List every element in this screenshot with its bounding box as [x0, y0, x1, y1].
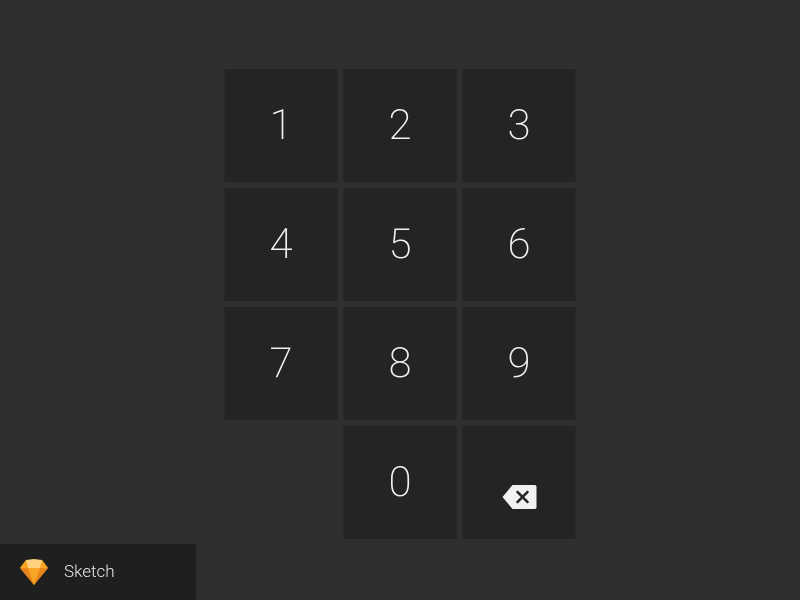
footer-label: Sketch	[64, 562, 115, 582]
key-label: 7	[269, 339, 292, 388]
key-5[interactable]: 5	[344, 188, 457, 301]
key-0[interactable]: 0	[344, 426, 457, 539]
key-9[interactable]: 9	[463, 307, 576, 420]
sketch-icon	[20, 559, 48, 585]
key-1[interactable]: 1	[225, 69, 338, 182]
backspace-icon	[502, 471, 536, 495]
key-4[interactable]: 4	[225, 188, 338, 301]
key-label: 8	[388, 339, 411, 388]
key-label: 0	[388, 458, 411, 507]
key-label: 9	[507, 339, 530, 388]
key-label: 6	[507, 220, 530, 269]
key-blank	[225, 426, 338, 539]
key-6[interactable]: 6	[463, 188, 576, 301]
key-3[interactable]: 3	[463, 69, 576, 182]
key-7[interactable]: 7	[225, 307, 338, 420]
key-label: 2	[388, 101, 411, 150]
key-8[interactable]: 8	[344, 307, 457, 420]
key-label: 1	[269, 101, 292, 150]
key-backspace[interactable]	[463, 426, 576, 539]
key-label: 4	[269, 220, 292, 269]
footer-badge: Sketch	[0, 544, 196, 600]
key-2[interactable]: 2	[344, 69, 457, 182]
key-label: 3	[507, 101, 530, 150]
key-label: 5	[388, 220, 411, 269]
keypad: 1 2 3 4 5 6 7 8 9 0	[225, 69, 576, 539]
